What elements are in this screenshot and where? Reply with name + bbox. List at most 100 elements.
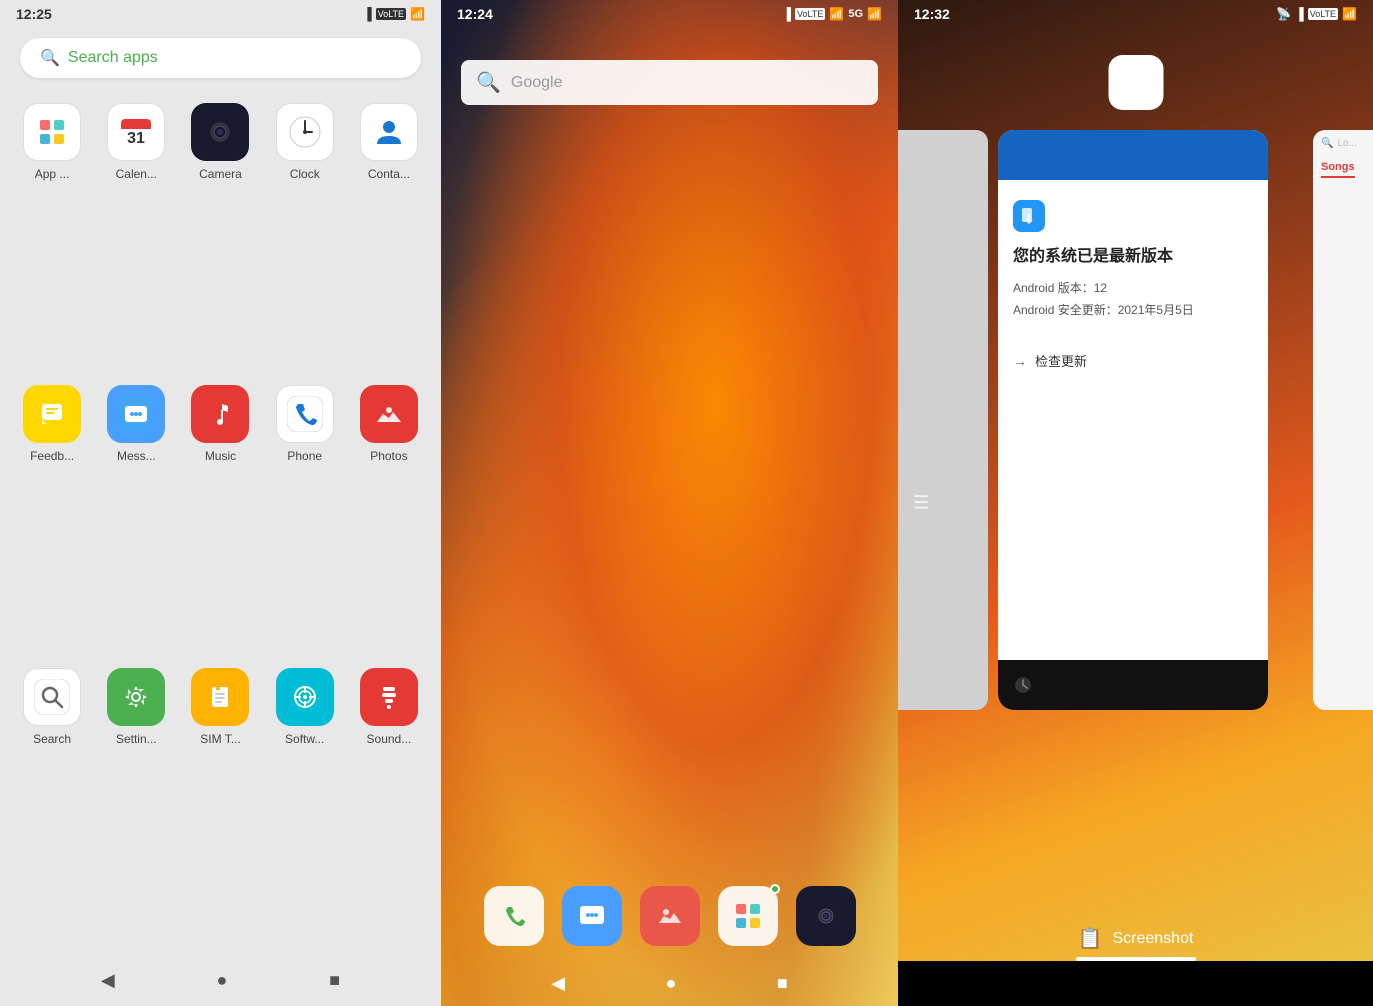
signal-icon-1: 📶 xyxy=(410,7,425,21)
app-item-phone[interactable]: Phone xyxy=(268,385,342,657)
wifi-icon-3: 📡 xyxy=(1276,7,1291,21)
app-label-appvault: App ... xyxy=(35,167,70,181)
top-icon xyxy=(1108,55,1163,110)
app-icon-messages xyxy=(107,385,165,443)
home-button-2[interactable]: ● xyxy=(666,973,677,994)
app-item-clock[interactable]: Clock xyxy=(268,103,342,375)
app-label-contacts: Conta... xyxy=(368,167,410,181)
app-label-camera: Camera xyxy=(199,167,242,181)
app-item-search[interactable]: Search xyxy=(15,668,89,940)
volte-icon-3: VoLTE xyxy=(1308,8,1338,20)
menu-icon[interactable]: ☰ xyxy=(913,493,929,514)
app-icon-phone xyxy=(276,385,334,443)
back-button-2[interactable]: ◀ xyxy=(551,973,565,994)
signal-icon-2: 📶 xyxy=(867,7,882,21)
app-icon-calendar: 31 xyxy=(107,103,165,161)
card-header-blue xyxy=(998,130,1268,180)
svg-text:31: 31 xyxy=(127,130,145,147)
card-footer-dark xyxy=(998,660,1268,710)
signal-icon-3: 📶 xyxy=(1342,7,1357,21)
search-bar[interactable]: 🔍 Search apps xyxy=(20,38,421,78)
dock-photos[interactable] xyxy=(640,886,700,946)
app-item-messages[interactable]: Mess... xyxy=(99,385,173,657)
google-search-bar[interactable]: 🔍 Google xyxy=(461,60,878,105)
app-item-software[interactable]: Softw... xyxy=(268,668,342,940)
app-item-music[interactable]: Music xyxy=(183,385,257,657)
app-item-settings[interactable]: Settin... xyxy=(99,668,173,940)
app-item-simtoolkit[interactable]: SIM T... xyxy=(183,668,257,940)
recent-button-1[interactable]: ■ xyxy=(329,970,340,991)
recent-card-center[interactable]: 您的系统已是最新版本 Android 版本：12 Android 安全更新：20… xyxy=(998,130,1268,710)
app-item-feedback[interactable]: Feedb... xyxy=(15,385,89,657)
app-icon-simtoolkit xyxy=(191,668,249,726)
app-label-messages: Mess... xyxy=(117,449,156,463)
status-icons-1: ▐ VoLTE 📶 xyxy=(363,7,425,21)
app-label-feedback: Feedb... xyxy=(30,449,74,463)
app-icon-search xyxy=(23,668,81,726)
dock-appvault[interactable] xyxy=(718,886,778,946)
recent-card-left[interactable] xyxy=(898,130,988,710)
app-icon-music xyxy=(191,385,249,443)
back-button-1[interactable]: ◀ xyxy=(101,970,115,991)
screenshot-icon: 📋 xyxy=(1078,926,1103,951)
status-icons-3: 📡 ▐ VoLTE 📶 xyxy=(1276,7,1357,21)
app-item-photos[interactable]: Photos xyxy=(352,385,426,657)
app-icon-photos xyxy=(360,385,418,443)
home-button-1[interactable]: ● xyxy=(217,970,228,991)
appvault-badge xyxy=(770,884,780,894)
screenshot-bar[interactable]: 📋 Screenshot xyxy=(898,926,1373,951)
status-icons-2: ▐ VoLTE 📶 5G 📶 xyxy=(783,7,882,21)
app-icon-appvault xyxy=(23,103,81,161)
app-item-camera[interactable]: Camera xyxy=(183,103,257,375)
app-label-soundrecorder: Sound... xyxy=(367,732,412,746)
status-bar-panel2: 12:24 ▐ VoLTE 📶 5G 📶 xyxy=(441,0,898,28)
update-title: 您的系统已是最新版本 xyxy=(1013,242,1253,266)
status-time-2: 12:24 xyxy=(457,6,493,22)
dock-phone[interactable] xyxy=(484,886,544,946)
card-body: 您的系统已是最新版本 Android 版本：12 Android 安全更新：20… xyxy=(998,180,1268,390)
nav-bar-2: ◀ ● ■ xyxy=(441,961,898,1006)
status-bar-panel1: 12:25 ▐ VoLTE 📶 xyxy=(0,0,441,28)
app-item-soundrecorder[interactable]: Sound... xyxy=(352,668,426,940)
wifi-icon-2: 📶 xyxy=(829,7,844,21)
check-update-label: 检查更新 xyxy=(1035,351,1087,370)
android-version: Android 版本：12 xyxy=(1013,278,1253,300)
recent-button-2[interactable]: ■ xyxy=(777,973,788,994)
dock-camera[interactable] xyxy=(796,886,856,946)
app-item-calendar[interactable]: 31 Calen... xyxy=(99,103,173,375)
home-screen-panel: 12:24 ▐ VoLTE 📶 5G 📶 🔍 Google xyxy=(441,0,898,1006)
status-time-1: 12:25 xyxy=(16,6,52,22)
app-icon-clock xyxy=(276,103,334,161)
app-item-appvault[interactable]: App ... xyxy=(15,103,89,375)
search-bar-label: Search apps xyxy=(68,49,158,67)
app-icon-settings xyxy=(107,668,165,726)
app-icon-contacts xyxy=(360,103,418,161)
status-time-3: 12:32 xyxy=(914,6,950,22)
update-icon xyxy=(1013,200,1045,232)
app-label-phone: Phone xyxy=(287,449,322,463)
app-icon-soundrecorder xyxy=(360,668,418,726)
songs-tab[interactable]: Songs xyxy=(1321,161,1355,178)
card-right-content: 🔍 Lo... Songs xyxy=(1313,130,1373,186)
screenshot-label: Screenshot xyxy=(1112,930,1193,948)
arrow-right-icon: → xyxy=(1013,353,1027,369)
app-label-clock: Clock xyxy=(290,167,320,181)
app-label-search: Search xyxy=(33,732,71,746)
nav-bar-1: ◀ ● ■ xyxy=(0,955,441,1006)
5g-icon-2: 5G xyxy=(848,8,863,20)
app-label-calendar: Calen... xyxy=(116,167,157,181)
app-icon-camera xyxy=(191,103,249,161)
app-icon-feedback xyxy=(23,385,81,443)
check-update-button[interactable]: → 检查更新 xyxy=(1013,351,1253,370)
footer-icon xyxy=(1013,675,1033,695)
recent-apps-panel: 12:32 📡 ▐ VoLTE 📶 您的系统已是最新版本 Android 版本：… xyxy=(898,0,1373,1006)
google-search-icon: 🔍 xyxy=(476,70,501,95)
app-label-software: Softw... xyxy=(285,732,324,746)
recent-card-right[interactable]: 🔍 Lo... Songs 🎵 Music xyxy=(1313,130,1373,710)
security-update: Android 安全更新：2021年5月5日 xyxy=(1013,300,1253,322)
dock-area xyxy=(441,886,898,946)
dock-messages[interactable] xyxy=(562,886,622,946)
nav-bar-3 xyxy=(898,961,1373,1006)
app-item-contacts[interactable]: Conta... xyxy=(352,103,426,375)
app-icon-software xyxy=(276,668,334,726)
